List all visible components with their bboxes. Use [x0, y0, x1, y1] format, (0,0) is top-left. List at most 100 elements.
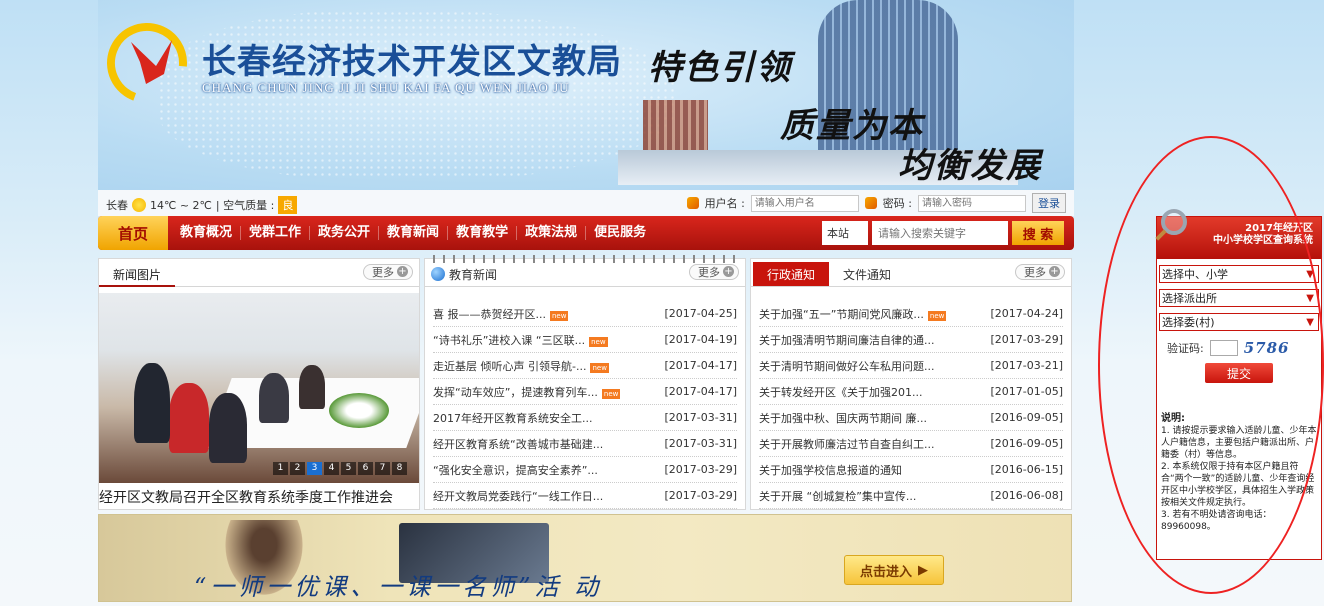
list-item[interactable]: “强化安全意识，提高安全素养”... [2017-03-29] [433, 457, 737, 483]
notice-more-button[interactable]: 更多 [1015, 264, 1065, 280]
note-2: 2. 本系统仅限于持有本区户籍且符合“两个一致”的适龄儿童、少年查询经开区中小学… [1161, 462, 1315, 508]
captcha-input[interactable] [1209, 340, 1238, 356]
list-item-title[interactable]: 关于开展 “创城复检”集中宣传... [759, 488, 916, 504]
school-select-value: 选择中、小学 [1162, 268, 1228, 281]
list-item-date: [2016-06-15] [990, 463, 1063, 476]
list-item-title[interactable]: 关于加强“五一”节期间党风廉政... new [759, 306, 947, 322]
edu-news-panel: 教育新闻 更多 喜 报——恭贺经开区... new [2017-04-25] “诗书礼… [424, 255, 746, 510]
list-item[interactable]: 发挥“动车效应”，提速教育列车... new [2017-04-17] [433, 379, 737, 405]
list-item[interactable]: 关于加强清明节期间廉洁自律的通... [2017-03-29] [759, 327, 1063, 353]
list-item[interactable]: 关于加强“五一”节期间党风廉政... new [2017-04-24] [759, 301, 1063, 327]
tab-edu-news-label: 教育新闻 [449, 267, 498, 282]
search-button[interactable]: 搜 索 [1012, 221, 1064, 245]
logo-icon[interactable] [106, 22, 188, 104]
list-item[interactable]: “诗书礼乐”进校入课 “三区联... new [2017-04-19] [433, 327, 737, 353]
pager-3[interactable]: 3 [307, 462, 322, 475]
list-item-title[interactable]: 关于加强中秋、国庆两节期间 廉... [759, 410, 927, 426]
list-item-date: [2017-03-31] [664, 411, 737, 424]
nav-item-edu-news[interactable]: 教育新闻 [379, 226, 449, 240]
notice-panel: 行政通知 文件通知 更多 关于加强“五一”节期间党风廉政...new [2017-… [750, 258, 1072, 510]
note-3: 3. 若有不明处请咨询电话：89960098。 [1161, 510, 1272, 532]
list-item-title[interactable]: 关于清明节期间做好公车私用问题... [759, 358, 935, 374]
police-station-select[interactable]: 选择派出所 ▼ [1159, 289, 1319, 307]
list-item[interactable]: 关于加强中秋、国庆两节期间 廉... [2016-09-05] [759, 405, 1063, 431]
list-item-date: [2016-06-08] [990, 489, 1063, 502]
list-item[interactable]: 喜 报——恭贺经开区... new [2017-04-25] [433, 301, 737, 327]
list-item-title[interactable]: 经开区教育系统“改善城市基础建... [433, 436, 603, 452]
list-item-title[interactable]: 关于开展教师廉洁过节自查自纠工... [759, 436, 935, 452]
list-item-title[interactable]: 喜 报——恭贺经开区... new [433, 306, 569, 322]
list-item[interactable]: 关于清明节期间做好公车私用问题... [2017-03-21] [759, 353, 1063, 379]
promo-banner[interactable]: “一师一优课、一课一名师”活 动 点击进入 ▶ [98, 514, 1072, 602]
list-item-title[interactable]: 关于转发经开区《关于加强201... [759, 384, 923, 400]
pager-6[interactable]: 6 [358, 462, 373, 475]
list-item-title-text: 关于加强中秋、国庆两节期间 廉... [759, 411, 927, 425]
list-item-title[interactable]: “强化安全意识，提高安全素养”... [433, 462, 598, 478]
list-item-title[interactable]: 关于加强学校信息报道的通知 [759, 462, 902, 478]
list-item-date: [2017-04-17] [664, 385, 737, 398]
enter-button[interactable]: 点击进入 ▶ [844, 555, 944, 585]
nav-home[interactable]: 首页 [98, 216, 168, 250]
pager-1[interactable]: 1 [273, 462, 288, 475]
list-item[interactable]: 经开区教育系统“改善城市基础建... [2017-03-31] [433, 431, 737, 457]
search-input[interactable] [872, 221, 1008, 245]
school-select[interactable]: 选择中、小学 ▼ [1159, 265, 1319, 283]
list-item-title[interactable]: “诗书礼乐”进校入课 “三区联... new [433, 332, 608, 348]
slogan-3: 均衡发展 [898, 146, 1042, 186]
search-scope-select[interactable]: 本站 [822, 221, 868, 245]
list-item-date: [2017-03-31] [664, 437, 737, 450]
nav-item-teaching[interactable]: 教育教学 [448, 226, 518, 240]
list-item-title[interactable]: 2017年经开区教育系统安全工... [433, 410, 592, 426]
news-more-button[interactable]: 更多 [689, 264, 739, 280]
banner-text: “一师一优课、一课一名师”活 动 [194, 573, 603, 601]
notice-tabs: 行政通知 文件通知 更多 [751, 259, 1071, 287]
photo-caption[interactable]: 经开区文教局召开全区教育系统季度工作推进会 [99, 487, 419, 507]
temperature: 14℃ ~ 2℃ [150, 198, 212, 212]
pager-7[interactable]: 7 [375, 462, 390, 475]
nav-item-overview[interactable]: 教育概况 [172, 226, 242, 240]
list-item-title[interactable]: 走近基层 倾听心声 引领导航-... new [433, 358, 609, 374]
widget-title-line2: 中小学校学区查询系统 [1213, 235, 1313, 246]
list-item-date: [2016-09-05] [990, 411, 1063, 424]
nav-item-services[interactable]: 便民服务 [586, 226, 654, 240]
list-item[interactable]: 关于开展 “创城复检”集中宣传... [2016-06-08] [759, 483, 1063, 509]
tab-file-notice[interactable]: 文件通知 [829, 262, 905, 286]
list-item-title[interactable]: 经开文教局党委践行“一线工作日... [433, 488, 603, 504]
chevron-down-icon: ▼ [1306, 268, 1314, 280]
nav-item-policy[interactable]: 政策法规 [517, 226, 587, 240]
list-item[interactable]: 关于转发经开区《关于加强201... [2017-01-05] [759, 379, 1063, 405]
list-item-title-text: 经开文教局党委践行“一线工作日... [433, 489, 604, 503]
tab-edu-news[interactable]: 教育新闻 [425, 262, 511, 286]
list-item-title-text: 2017年经开区教育系统安全工... [433, 411, 593, 425]
pager-8[interactable]: 8 [392, 462, 407, 475]
news-photo[interactable]: 1 2 3 4 5 6 7 8 [99, 293, 419, 483]
password-input[interactable] [918, 194, 1026, 212]
pager-5[interactable]: 5 [341, 462, 356, 475]
list-item[interactable]: 关于加强学校信息报道的通知 [2016-06-15] [759, 457, 1063, 483]
nav-item-party[interactable]: 党群工作 [241, 226, 311, 240]
slogan-1: 特色引领 [648, 48, 792, 88]
list-item[interactable]: 走近基层 倾听心声 引领导航-... new [2017-04-17] [433, 353, 737, 379]
city-name: 长春 [106, 199, 128, 212]
list-item[interactable]: 经开文教局党委践行“一线工作日... [2017-03-29] [433, 483, 737, 509]
list-item-title[interactable]: 发挥“动车效应”，提速教育列车... new [433, 384, 621, 400]
list-item-title-text: 关于加强清明节期间廉洁自律的通... [759, 333, 935, 347]
login-button[interactable]: 登录 [1032, 193, 1066, 213]
tab-admin-notice[interactable]: 行政通知 [753, 262, 830, 286]
list-item-title[interactable]: 关于加强清明节期间廉洁自律的通... [759, 332, 935, 348]
submit-button[interactable]: 提交 [1205, 363, 1273, 383]
list-item-title-text: 走近基层 倾听心声 引领导航-... [433, 359, 587, 373]
pager-4[interactable]: 4 [324, 462, 339, 475]
pager-2[interactable]: 2 [290, 462, 305, 475]
site-header: 长春经济技术开发区文教局 CHANG CHUN JING JI JI SHU K… [98, 0, 1074, 190]
captcha-image[interactable]: 5786 [1244, 339, 1290, 357]
list-item-title-text: 经开区教育系统“改善城市基础建... [433, 437, 604, 451]
nav-item-gov-affairs[interactable]: 政务公开 [310, 226, 380, 240]
photo-more-button[interactable]: 更多 [363, 264, 413, 280]
tab-photo-news[interactable]: 新闻图片 [99, 263, 176, 287]
list-item[interactable]: 关于开展教师廉洁过节自查自纠工... [2016-09-05] [759, 431, 1063, 457]
police-select-value: 选择派出所 [1162, 292, 1217, 305]
username-input[interactable] [750, 194, 859, 212]
list-item[interactable]: 2017年经开区教育系统安全工... [2017-03-31] [433, 405, 737, 431]
committee-select[interactable]: 选择委(村) ▼ [1159, 313, 1319, 331]
